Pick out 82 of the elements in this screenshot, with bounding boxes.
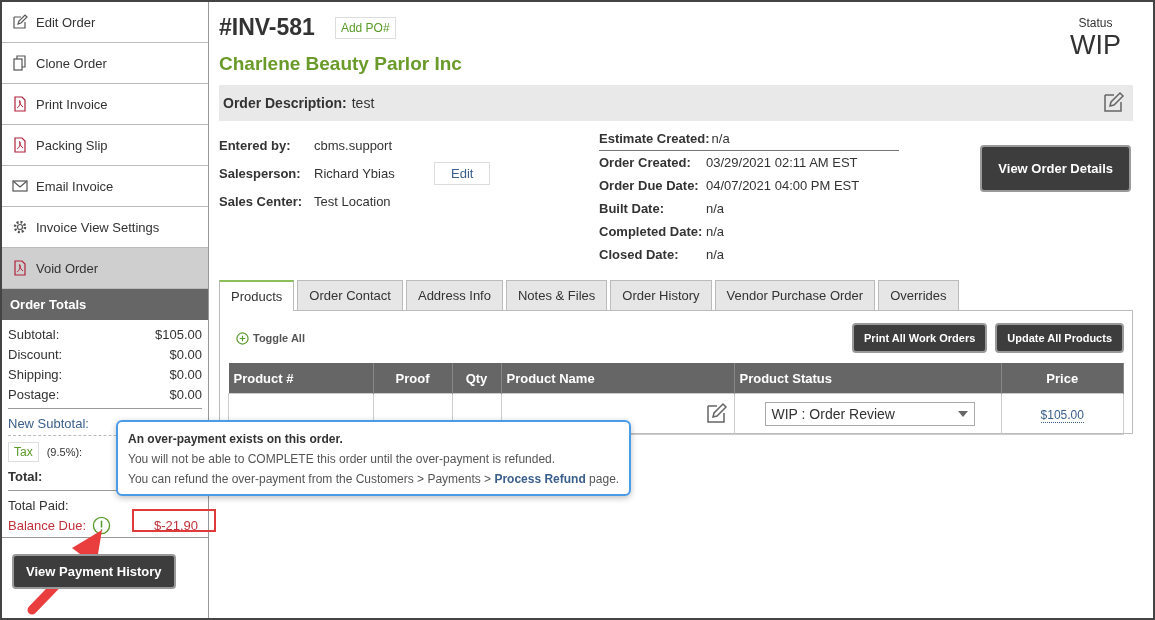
column-header: Product Status	[734, 363, 1001, 394]
toolbar-button[interactable]: Print All Work Orders	[852, 323, 988, 353]
field-value: n/a	[706, 201, 725, 216]
panel-header: Order Totals	[2, 289, 208, 320]
copy-icon	[12, 55, 28, 71]
field-value: n/a	[706, 224, 725, 239]
status-label: Status	[1078, 16, 1113, 30]
field-label: Sales Center:	[219, 193, 304, 209]
field-label: Estimate Created:	[599, 131, 710, 146]
column-header: Qty	[452, 363, 501, 394]
total-label: Total:	[8, 468, 43, 484]
field-label: Order Created:	[599, 155, 692, 170]
field-label: Entered by:	[219, 137, 292, 153]
description-label: Order Description:	[223, 95, 347, 111]
field-value: n/a	[711, 131, 730, 146]
total-label: Subtotal:	[8, 326, 60, 342]
pdf-file-icon	[12, 137, 28, 153]
view-order-details-button[interactable]: View Order Details	[980, 145, 1131, 192]
field-value: cbms.support	[314, 137, 394, 153]
envelope-icon	[12, 178, 28, 194]
total-value: $0.00	[169, 386, 202, 402]
total-label: Total Paid:	[8, 497, 69, 513]
total-label: Postage:	[8, 386, 60, 402]
price-link[interactable]: $105.00	[1040, 407, 1084, 423]
tab[interactable]: Order Contact	[297, 280, 403, 310]
toggle-all-button[interactable]: Toggle All	[228, 331, 313, 345]
tab[interactable]: Order History	[610, 280, 712, 310]
sidebar-action[interactable]: Packing Slip	[2, 125, 208, 166]
column-header: Price	[1001, 363, 1124, 394]
order-number: #INV-581	[219, 14, 315, 41]
pencil-square-icon	[12, 14, 28, 30]
sidebar-action[interactable]: Email Invoice	[2, 166, 208, 207]
pencil-square-icon[interactable]	[1101, 91, 1125, 115]
tab[interactable]: Vendor Purchase Order	[714, 280, 876, 310]
tab[interactable]: Products	[219, 280, 295, 311]
tooltip-text: You will not be able to COMPLETE this order until the over-payment is refunded.	[128, 452, 557, 466]
edit-button[interactable]: Edit	[434, 161, 491, 185]
tooltip-title: An over-payment exists on this order.	[128, 432, 344, 446]
status-dropdown[interactable]: WIP : Order Review	[764, 402, 975, 426]
column-header: Product #	[228, 363, 373, 394]
caret-icon	[957, 411, 968, 417]
field-label: Built Date:	[599, 201, 665, 216]
field-value: Test Location	[314, 193, 392, 209]
sidebar-action[interactable]: Void Order	[2, 248, 208, 289]
tab[interactable]: Address Info	[405, 280, 503, 310]
field-label: Order Due Date:	[599, 178, 700, 193]
total-label: Discount:	[8, 346, 63, 362]
field-value: 03/29/2021 02:11 AM EST	[706, 155, 858, 170]
status-value: WIP	[1070, 30, 1121, 61]
column-header: Product Name	[501, 363, 734, 394]
payment-history-button[interactable]: View Payment History	[12, 554, 176, 589]
settings-icon	[12, 219, 28, 235]
tooltip-text: You can refund the over-payment from the Customers > Payments > Process Refund page.	[128, 472, 620, 486]
field-label: Completed Date:	[599, 224, 704, 239]
total-label: New Subtotal:	[8, 415, 89, 431]
sidebar-action[interactable]: Print Invoice	[2, 84, 208, 125]
total-value: $105.00	[155, 326, 202, 342]
tab[interactable]: Overrides	[878, 280, 959, 310]
tab[interactable]: Notes & Files	[505, 280, 608, 310]
total-label: Shipping:	[8, 366, 63, 382]
tax-rate: (9.5%):	[46, 446, 83, 458]
field-label: Closed Date:	[599, 247, 680, 262]
field-value: 04/07/2021 04:00 PM EST	[706, 178, 860, 193]
plus-circle-icon	[236, 331, 249, 345]
toolbar-button[interactable]: Update All Products	[995, 323, 1124, 353]
total-value: $0.00	[169, 346, 202, 362]
description-text: test	[351, 95, 375, 111]
field-value: n/a	[706, 247, 725, 262]
pdf-file-icon	[12, 260, 28, 276]
sidebar-action[interactable]: Clone Order	[2, 43, 208, 84]
sidebar-action[interactable]: Edit Order	[2, 2, 208, 43]
pdf-file-icon	[12, 96, 28, 112]
warning-icon[interactable]	[92, 515, 112, 535]
field-value: Richard Ybias	[314, 165, 396, 181]
tax-button[interactable]: Tax	[8, 442, 39, 462]
balance-label: Balance Due:	[8, 517, 87, 533]
customer-name: Charlene Beauty Parlor Inc	[219, 53, 462, 75]
balance-value: $-21.90	[153, 517, 199, 533]
column-header: Proof	[373, 363, 452, 394]
total-value: $0.00	[169, 366, 202, 382]
field-label: Salesperson:	[219, 165, 302, 181]
add-po-button[interactable]: Add PO#	[334, 16, 396, 39]
